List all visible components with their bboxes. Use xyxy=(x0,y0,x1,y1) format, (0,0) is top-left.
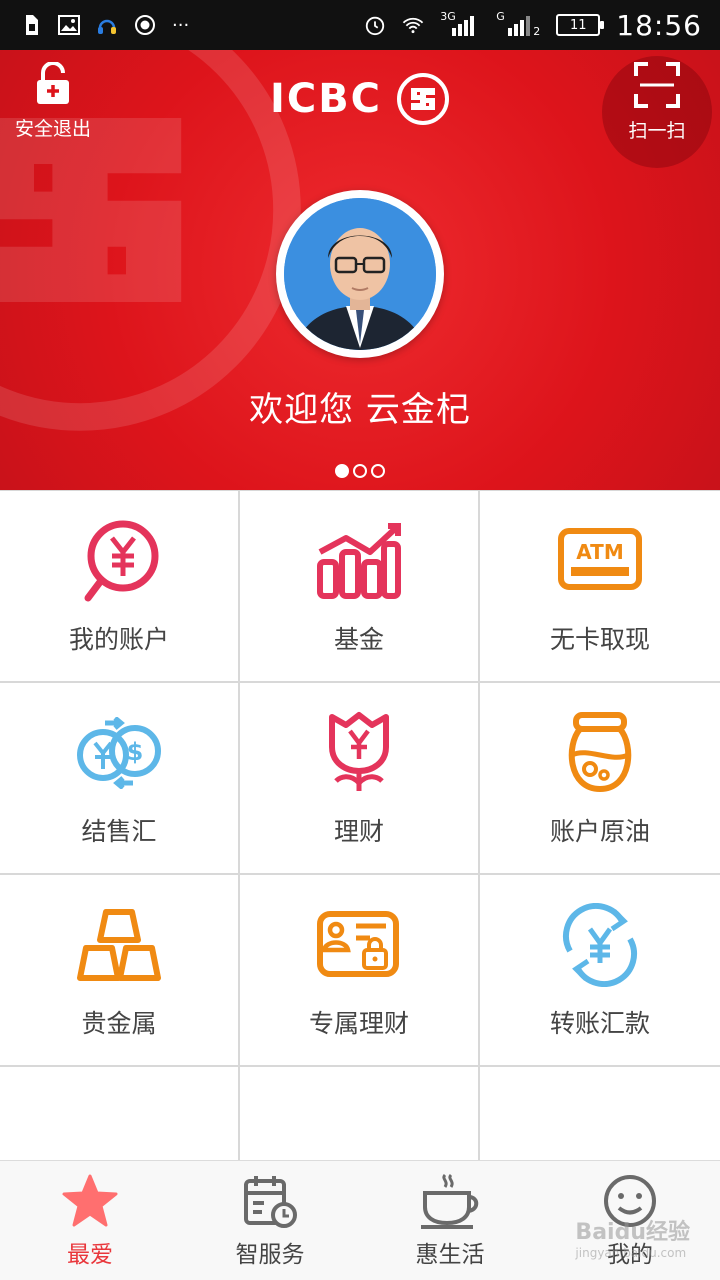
grid-item-empty xyxy=(240,1067,480,1160)
nav-label: 最爱 xyxy=(67,1241,113,1268)
signal-3g-icon: 3G xyxy=(440,10,480,36)
svg-text:$: $ xyxy=(127,738,144,766)
avatar[interactable] xyxy=(276,190,444,358)
grid-item-cardless-withdrawal[interactable]: ATM 无卡取现 xyxy=(480,491,720,683)
nav-smart-service[interactable]: 智服务 xyxy=(180,1161,360,1280)
oil-jar-icon xyxy=(555,708,645,798)
function-grid: 我的账户 基金 ATM 无卡取现 $ 结售汇 理财 账户原油 贵金属 专属理财 … xyxy=(0,490,720,1160)
watermark-brand: Baidu经验 xyxy=(575,1220,690,1245)
wifi-icon xyxy=(402,14,424,36)
coffee-cup-icon xyxy=(421,1173,479,1229)
atm-icon: ATM xyxy=(555,516,645,606)
fund-chart-icon xyxy=(314,516,404,606)
grid-item-empty xyxy=(480,1067,720,1160)
grid-item-label: 贵金属 xyxy=(81,1009,157,1038)
status-left: ··· xyxy=(20,14,189,36)
grid-item-add[interactable] xyxy=(0,1067,240,1160)
sim2-label: 2 xyxy=(533,25,541,38)
image-icon xyxy=(58,14,80,36)
exclusive-card-icon xyxy=(314,900,404,990)
scan-icon xyxy=(634,62,680,108)
grid-item-label: 转账汇款 xyxy=(549,1009,650,1038)
avatar-photo xyxy=(284,198,436,350)
carousel-indicator xyxy=(0,464,720,478)
nav-good-life[interactable]: 惠生活 xyxy=(360,1161,540,1280)
record-icon xyxy=(134,14,156,36)
flower-yuan-icon xyxy=(314,708,404,798)
clock: 18:56 xyxy=(616,8,702,42)
calendar-clock-icon xyxy=(244,1175,297,1228)
headset-icon xyxy=(96,14,118,36)
svg-text:ATM: ATM xyxy=(576,540,623,564)
status-right: 3G G 2 11 18:56 xyxy=(364,9,702,42)
carousel-dot[interactable] xyxy=(371,464,385,478)
account-yuan-icon xyxy=(74,516,164,606)
grid-item-label: 理财 xyxy=(333,817,384,846)
nav-favorites[interactable]: 最爱 xyxy=(0,1161,180,1280)
net-3g-label: 3G xyxy=(440,10,456,23)
more-notifications-icon: ··· xyxy=(172,14,190,36)
grid-item-label: 专属理财 xyxy=(308,1009,409,1038)
carousel-dot[interactable] xyxy=(353,464,367,478)
transfer-icon xyxy=(555,900,645,990)
grid-item-fx-exchange[interactable]: $ 结售汇 xyxy=(0,683,240,875)
status-bar: ··· 3G G 2 11 18:56 xyxy=(0,0,720,50)
grid-item-fund[interactable]: 基金 xyxy=(240,491,480,683)
net-g-label: G xyxy=(496,10,505,23)
grid-item-exclusive-wealth[interactable]: 专属理财 xyxy=(240,875,480,1067)
star-icon xyxy=(62,1174,118,1226)
grid-item-account-crude-oil[interactable]: 账户原油 xyxy=(480,683,720,875)
nav-label: 智服务 xyxy=(235,1241,305,1268)
watermark-url: jingyan.baidu.com xyxy=(575,1246,687,1260)
grid-item-label: 基金 xyxy=(333,625,384,654)
sim-card-icon xyxy=(20,14,42,36)
battery-icon: 11 xyxy=(556,14,605,36)
welcome-text: 欢迎您 云金杞 xyxy=(249,390,471,430)
grid-item-my-account[interactable]: 我的账户 xyxy=(0,491,240,683)
grid-item-transfer[interactable]: 转账汇款 xyxy=(480,875,720,1067)
signal-g-icon: G 2 xyxy=(496,10,541,38)
grid-item-label: 账户原油 xyxy=(549,817,650,846)
brand-name: ICBC xyxy=(269,76,383,122)
nav-label: 惠生活 xyxy=(415,1241,485,1268)
grid-item-label: 无卡取现 xyxy=(549,625,650,654)
baidu-jingyan-watermark: Baidu经验 jingyan.baidu.com xyxy=(575,1214,690,1260)
scan-label: 扫一扫 xyxy=(628,120,686,142)
gold-bars-icon xyxy=(74,900,164,990)
scan-button[interactable]: 扫一扫 xyxy=(602,56,712,168)
carousel-dot[interactable] xyxy=(335,464,349,478)
grid-item-label: 结售汇 xyxy=(81,817,157,846)
hero-banner[interactable]: 安全退出 ICBC 扫一扫 欢迎您 云金杞 xyxy=(0,50,720,490)
alarm-icon xyxy=(364,14,386,36)
icbc-emblem-icon xyxy=(397,73,450,125)
exchange-icon: $ xyxy=(74,708,164,798)
battery-level: 11 xyxy=(570,17,587,33)
grid-item-label: 我的账户 xyxy=(68,625,169,654)
grid-item-precious-metals[interactable]: 贵金属 xyxy=(0,875,240,1067)
grid-item-wealth-management[interactable]: 理财 xyxy=(240,683,480,875)
